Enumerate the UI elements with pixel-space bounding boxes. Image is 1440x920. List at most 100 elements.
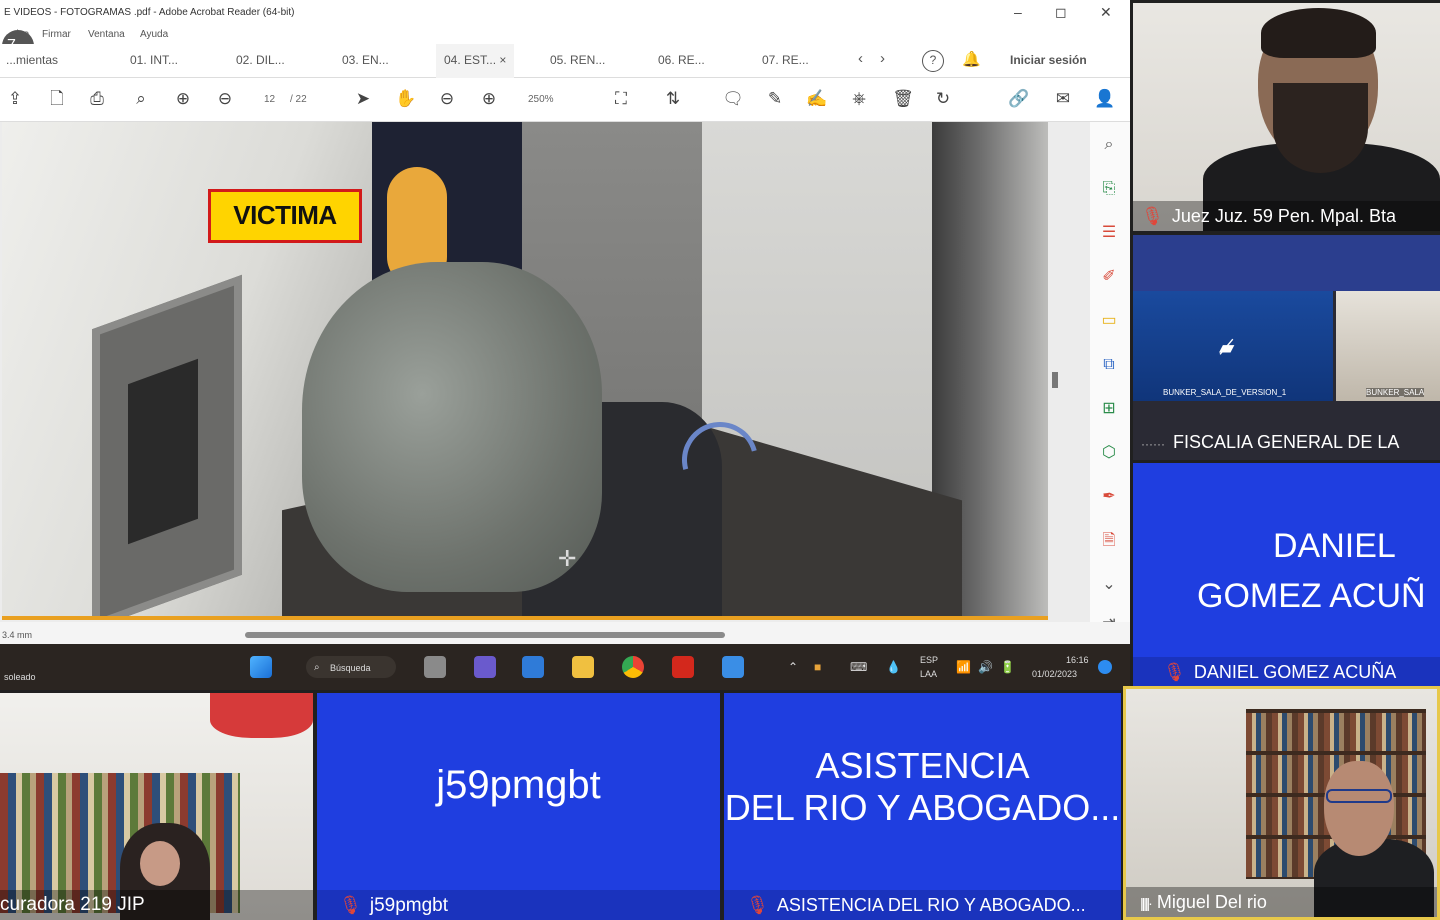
acrobat-titlebar: E VIDEOS - FOTOGRAMAS .pdf - Adobe Acrob… [0, 0, 1130, 26]
zoom-dropdown[interactable]: 250% [528, 94, 554, 105]
keyboard-icon[interactable]: ⌨ [850, 660, 867, 674]
chrome-icon[interactable] [622, 656, 644, 678]
fill-sign-icon[interactable]: ✒ [1098, 486, 1120, 508]
organize-pages-icon[interactable]: ☰ [1098, 222, 1120, 244]
menu-ayuda[interactable]: Ayuda [140, 29, 168, 40]
comment-icon[interactable]: 🗨 [722, 88, 744, 110]
help-icon[interactable]: ? [922, 50, 944, 72]
wifi-icon[interactable]: 📶 [956, 660, 971, 674]
share-user-icon[interactable]: 👤 [1094, 88, 1116, 110]
tab-next-icon[interactable]: › [880, 50, 885, 67]
comment-panel-icon[interactable]: ▭ [1098, 310, 1120, 332]
mail-app-icon[interactable] [522, 656, 544, 678]
task-view-icon[interactable] [424, 656, 446, 678]
acrobat-taskbar-icon[interactable] [672, 656, 694, 678]
tab-close-icon[interactable]: × [499, 53, 506, 67]
rotate-icon[interactable]: ↻ [932, 88, 954, 110]
search-icon[interactable]: ⌕ [130, 88, 152, 110]
notification-icon[interactable] [1098, 660, 1112, 674]
horizontal-scroll-thumb[interactable] [245, 632, 725, 638]
crosshair-cursor-icon: ✛ [558, 546, 577, 571]
lang-esp[interactable]: ESP [920, 655, 938, 665]
pdf-file-icon[interactable]: 🗎 [1098, 530, 1120, 552]
page-up-icon[interactable]: ⊕ [172, 88, 194, 110]
tab-06[interactable]: 06. RE... [658, 53, 705, 67]
page-total: / 22 [290, 94, 307, 105]
upload-icon[interactable]: ⇪ [4, 88, 26, 110]
print-icon[interactable]: ⎙ [86, 88, 108, 110]
zoom-in-icon[interactable]: ⊕ [478, 88, 500, 110]
tab-03[interactable]: 03. EN... [342, 53, 389, 67]
fit-page-icon[interactable]: ⛶ [610, 88, 632, 110]
tab-07[interactable]: 07. RE... [762, 53, 809, 67]
volume-icon[interactable]: 🔊 [978, 660, 993, 674]
participant-tile-curadora[interactable]: curadora 219 JIP [0, 693, 313, 920]
tab-05[interactable]: 05. REN... [550, 53, 605, 67]
tab-02[interactable]: 02. DIL... [236, 53, 285, 67]
curadora-nameplate: curadora 219 JIP [0, 890, 313, 920]
clock-time[interactable]: 16:16 [1066, 655, 1089, 665]
vertical-scroll-thumb[interactable] [1052, 372, 1058, 388]
protect-icon[interactable]: ⬡ [1098, 442, 1120, 464]
pen-icon[interactable]: ✎ [764, 88, 786, 110]
lang-laa[interactable]: LAA [920, 669, 937, 679]
app-icon[interactable] [722, 656, 744, 678]
start-icon[interactable] [250, 656, 272, 678]
page-current-field[interactable]: 12 [264, 94, 275, 105]
document-viewer[interactable]: VICTIMA ✛ [0, 122, 1090, 622]
scroll-mode-icon[interactable]: ⇅ [662, 88, 684, 110]
document-tabs: ...mientas 01. INT... 02. DIL... 03. EN.… [0, 44, 1130, 78]
daniel-nameplate: 🎙 DANIEL GOMEZ ACUÑA [1133, 657, 1440, 687]
delete-icon[interactable]: 🗑 [892, 88, 914, 110]
fiscalia-name: FISCALIA GENERAL DE LA [1172, 432, 1400, 452]
participant-tile-fiscalia[interactable]: ▰̸ BUNKER_SALA_DE_VERSION_1 BUNKER_SALA … [1133, 235, 1440, 460]
tab-01[interactable]: 01. INT... [130, 53, 178, 67]
search-glass-icon: ⌕ [314, 662, 320, 673]
participant-tile-j59pmgbt[interactable]: j59pmgbt 🎙 j59pmgbt [317, 693, 720, 920]
edit-pdf-icon[interactable]: ✐ [1098, 266, 1120, 288]
scan-icon[interactable]: ⊞ [1098, 398, 1120, 420]
drop-icon[interactable]: 💧 [886, 660, 901, 674]
judge-name: Juez Juz. 59 Pen. Mpal. Bta [1171, 206, 1396, 226]
export-pdf-icon[interactable]: ⎘ [1098, 178, 1120, 200]
fiscalia-sub-right-label: BUNKER_SALA [1366, 388, 1425, 397]
tab-herramientas[interactable]: ...mientas [6, 53, 58, 67]
expand-panel-icon[interactable]: ⌄ [1098, 574, 1120, 596]
j59-name: j59pmgbt [369, 895, 449, 916]
restore-icon[interactable]: ◻ [1055, 4, 1067, 21]
create-pdf-icon[interactable]: 🗋 [46, 88, 68, 110]
sign-in-link[interactable]: Iniciar sesión [1010, 53, 1087, 67]
clock-date[interactable]: 01/02/2023 [1032, 669, 1077, 679]
close-icon[interactable]: ✕ [1100, 4, 1112, 21]
tab-04-active[interactable]: 04. EST... × [436, 44, 515, 78]
zoom-out-icon[interactable]: ⊖ [436, 88, 458, 110]
signal-icon: ······ [1141, 437, 1165, 451]
minimize-icon[interactable]: – [1014, 4, 1022, 20]
participant-tile-miguel-active-speaker[interactable]: |||||· Miguel Del rio [1123, 686, 1440, 920]
tab-04-label: 04. EST... [444, 53, 497, 67]
participant-tile-daniel[interactable]: DANIEL GOMEZ ACUÑ 🎙 DANIEL GOMEZ ACUÑA [1133, 463, 1440, 687]
page-down-icon[interactable]: ⊖ [214, 88, 236, 110]
tab-prev-icon[interactable]: ‹ [858, 50, 863, 67]
combine-icon[interactable]: ⧉ [1098, 354, 1120, 376]
sign-icon[interactable]: ✍ [806, 88, 828, 110]
tray-app-icon[interactable]: ■ [814, 660, 821, 674]
link-icon[interactable]: 🔗 [1008, 88, 1030, 110]
mail-icon[interactable]: ✉ [1052, 88, 1074, 110]
menu-firmar[interactable]: Firmar [42, 29, 71, 40]
file-explorer-icon[interactable] [572, 656, 594, 678]
bell-icon[interactable]: 🔔 [962, 50, 981, 68]
tray-chevron-icon[interactable]: ⌃ [788, 660, 798, 674]
curadora-name: curadora 219 JIP [0, 894, 145, 915]
select-cursor-icon[interactable]: ➤ [352, 88, 374, 110]
battery-icon[interactable]: 🔋 [1000, 660, 1015, 674]
judge-nameplate: 🎙 Juez Juz. 59 Pen. Mpal. Bta [1133, 201, 1440, 231]
zoom-tool-icon[interactable]: ⌕ [1098, 134, 1120, 156]
hand-icon[interactable]: ✋ [395, 88, 417, 110]
teams-icon[interactable] [474, 656, 496, 678]
stamp-icon[interactable]: ⎈ [848, 88, 870, 110]
participant-tile-judge[interactable]: 🎙 Juez Juz. 59 Pen. Mpal. Bta [1133, 3, 1440, 231]
menu-ventana[interactable]: Ventana [88, 29, 125, 40]
participant-tile-asistencia[interactable]: ASISTENCIA DEL RIO Y ABOGADO... 🎙 ASISTEN… [724, 693, 1121, 920]
asistencia-line1: ASISTENCIA [815, 745, 1030, 786]
